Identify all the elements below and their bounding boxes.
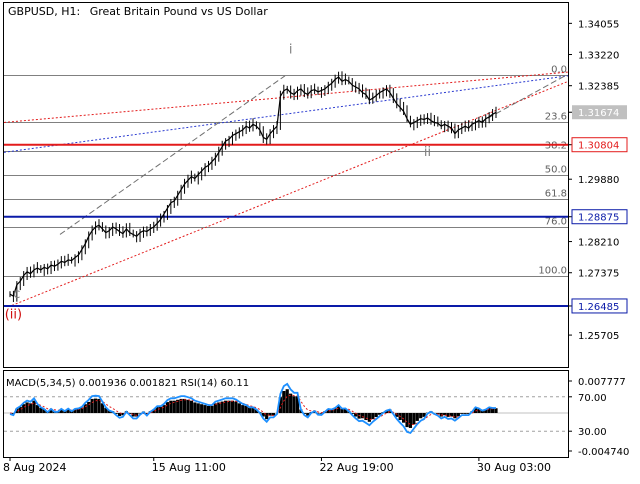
macd-bar: [241, 405, 244, 413]
macd-bar: [91, 399, 94, 413]
symbol-description: Great Britain Pound vs US Dollar: [90, 5, 269, 18]
gbpusd-chart: 0.023.638.250.061.876.0100.0 iiic(ii) 1.…: [0, 0, 640, 480]
macd-bar: [227, 401, 230, 413]
macd-bar: [217, 402, 220, 413]
macd-bar: [412, 413, 415, 424]
level-price-label: 1.28875: [578, 213, 619, 224]
price-tick-label: 1.29880: [578, 175, 619, 186]
indicator-tick-label: 30.00: [578, 427, 607, 438]
price-tick-label: 1.27375: [578, 269, 619, 280]
macd-bar: [453, 413, 456, 418]
main-panel-frame: [4, 3, 569, 368]
price-tick-label: 1.33220: [578, 51, 619, 62]
indicator-tick-label: 70.00: [578, 393, 607, 404]
macd-bar: [166, 402, 169, 413]
macd-bar: [405, 413, 408, 427]
macd-bar: [180, 399, 183, 413]
macd-bar: [162, 405, 165, 413]
macd-bar: [186, 400, 189, 413]
macd-bar: [231, 401, 234, 413]
fib-label: 50.0: [545, 165, 567, 176]
fib-label: 23.6: [545, 112, 567, 123]
level-price-label: 1.26485: [578, 302, 619, 313]
price-tick-label: 1.34055: [578, 19, 619, 30]
wave-label: (ii): [5, 307, 22, 322]
macd-bar: [286, 389, 289, 413]
macd-bar: [292, 396, 295, 413]
macd-bar: [210, 406, 213, 413]
macd-bar: [200, 404, 203, 413]
fib-label: 61.8: [545, 189, 567, 200]
macd-bar: [282, 391, 285, 413]
macd-bar: [409, 413, 412, 428]
macd-bar: [197, 403, 200, 413]
level-price-label: 1.30804: [578, 141, 619, 152]
macd-bar: [419, 413, 422, 418]
macd-bar: [371, 413, 374, 419]
macd-bar: [368, 413, 371, 422]
fib-label: 38.2: [545, 141, 567, 152]
chart-root: 0.023.638.250.061.876.0100.0 iiic(ii) 1.…: [0, 0, 640, 480]
macd-bar: [183, 399, 186, 413]
time-tick-label: 8 Aug 2024: [3, 461, 66, 474]
macd-bar: [375, 413, 378, 417]
fib-label: 76.0: [545, 217, 567, 228]
price-tick-label: 1.32385: [578, 82, 619, 93]
symbol-timeframe: GBPUSD, H1:: [8, 5, 80, 18]
macd-bar: [464, 413, 467, 414]
current-price-label: 1.31674: [578, 108, 619, 119]
time-axis: 8 Aug 2024 15 Aug 11:00 22 Aug 19:00 30 Aug…: [3, 457, 551, 474]
macd-bar: [203, 405, 206, 413]
macd-bar: [245, 406, 248, 413]
wave-label: ii: [424, 145, 431, 160]
indicator-tick-label: 0.007777: [578, 377, 626, 388]
macd-bar: [234, 402, 237, 413]
macd-bar: [190, 401, 193, 413]
macd-bar: [214, 403, 217, 413]
indicator-title: MACD(5,34,5) 0.001936 0.001821 RSI(14) 6…: [6, 378, 249, 389]
macd-bar: [193, 402, 196, 413]
time-tick-label: 15 Aug 11:00: [152, 461, 226, 474]
price-tick-label: 1.25705: [578, 331, 619, 342]
macd-bar: [207, 406, 210, 413]
macd-bar: [132, 413, 135, 417]
indicator-tick-label: -0.004740: [578, 447, 629, 458]
macd-bar: [84, 404, 87, 413]
wave-label: i: [289, 42, 293, 57]
macd-bar: [169, 401, 172, 413]
time-tick-label: 22 Aug 19:00: [319, 461, 393, 474]
macd-bar: [416, 413, 419, 421]
price-axis: 1.34055 1.33220 1.32385 1.31674 1.30804 1.298…: [568, 19, 627, 342]
fib-label: 100.0: [538, 266, 567, 277]
macd-bar: [26, 402, 29, 413]
time-tick-label: 30 Aug 03:00: [477, 461, 551, 474]
macd-bar: [460, 413, 463, 414]
chart-title: GBPUSD, H1: Great Britain Pound vs US Do…: [8, 5, 268, 18]
price-tick-label: 1.28210: [578, 238, 619, 249]
fib-label: 0.0: [551, 65, 567, 76]
macd-bar: [457, 413, 460, 416]
macd-bar: [32, 401, 35, 413]
macd-bar: [248, 408, 251, 413]
wave-label: c: [13, 287, 20, 302]
macd-bar: [289, 394, 292, 413]
macd-bar: [238, 403, 241, 413]
